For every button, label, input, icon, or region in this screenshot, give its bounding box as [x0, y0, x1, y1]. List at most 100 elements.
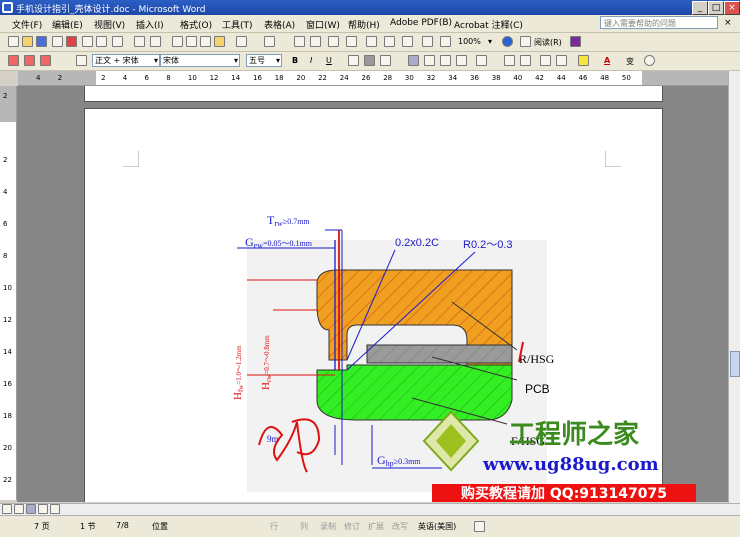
char-border-icon[interactable] [348, 55, 359, 66]
ruler-tick: 34 [448, 74, 458, 82]
highlight-icon[interactable] [578, 55, 589, 66]
copy-icon[interactable] [186, 36, 197, 47]
status-extend[interactable]: 扩展 [368, 521, 384, 532]
ruler-tick: 24 [339, 74, 349, 82]
outline-view-icon[interactable] [38, 504, 48, 514]
status-revise[interactable]: 修订 [344, 521, 360, 532]
zoom-dropdown-icon[interactable]: ▾ [488, 37, 492, 46]
line-spacing-icon[interactable] [476, 55, 487, 66]
show-hide-icon[interactable] [422, 36, 433, 47]
doc-close-icon[interactable]: × [724, 18, 732, 28]
menu-file[interactable]: 文件(F) [12, 18, 42, 31]
reading-layout-icon[interactable] [50, 504, 60, 514]
doc-map-icon[interactable] [402, 36, 413, 47]
align-right-icon[interactable] [440, 55, 451, 66]
insert-excel-icon[interactable] [346, 36, 357, 47]
font-size-combo[interactable]: 五号 [246, 54, 282, 67]
ruler-tick: 10 [187, 74, 197, 82]
align-center-icon[interactable] [424, 55, 435, 66]
pdf-convert-icon[interactable] [8, 55, 19, 66]
save-icon[interactable] [36, 36, 47, 47]
print-icon[interactable] [96, 36, 107, 47]
align-left-icon[interactable] [408, 55, 419, 66]
font-color-button[interactable]: A [604, 56, 610, 65]
research-icon[interactable] [112, 36, 123, 47]
housing-section-drawing: Trw≥0.7mm Gew=0.05～0.1mm 0.2x0.2C R0.2～0… [232, 213, 555, 492]
paste-icon[interactable] [200, 36, 211, 47]
spelling-status-icon[interactable] [474, 521, 485, 532]
underline-button[interactable]: U [326, 56, 332, 65]
horizontal-ruler[interactable]: 4 2 2 4 6 8 10 12 14 16 18 20 22 24 26 28 30 32 34 36 38 40 42… [18, 71, 728, 86]
tables-borders-icon[interactable] [310, 36, 321, 47]
status-record[interactable]: 录制 [320, 521, 336, 532]
close-button[interactable]: × [724, 1, 740, 15]
decrease-indent-icon[interactable] [540, 55, 551, 66]
styles-icon[interactable] [76, 55, 87, 66]
style-combo[interactable]: 正文 + 宋体 [92, 54, 160, 67]
italic-button[interactable]: I [310, 56, 312, 65]
new-doc-icon[interactable] [8, 36, 19, 47]
menu-table[interactable]: 表格(A) [264, 18, 295, 31]
menu-format[interactable]: 格式(O) [180, 18, 212, 31]
status-language: 英语(美国) [418, 522, 457, 531]
insert-table-icon[interactable] [328, 36, 339, 47]
redo-icon[interactable] [264, 36, 275, 47]
print-layout-icon[interactable] [26, 504, 36, 514]
bold-button[interactable]: B [292, 56, 298, 65]
normal-view-icon[interactable] [2, 504, 12, 514]
justify-icon[interactable] [456, 55, 467, 66]
menu-window[interactable]: 窗口(W) [306, 18, 340, 31]
ruler-tick: 22 [318, 74, 328, 82]
vertical-scrollbar[interactable] [728, 71, 740, 503]
minimize-button[interactable]: _ [692, 1, 708, 15]
numbering-icon[interactable] [504, 55, 515, 66]
read-mode-label[interactable]: 阅读(R) [534, 37, 562, 48]
menu-tools[interactable]: 工具(T) [222, 18, 253, 31]
ruler-tick: 12 [209, 74, 219, 82]
char-shading-icon[interactable] [364, 55, 375, 66]
permission-icon[interactable] [52, 36, 63, 47]
font-combo[interactable]: 宋体 [160, 54, 240, 67]
menu-insert[interactable]: 插入(I) [136, 18, 164, 31]
drawing-icon[interactable] [384, 36, 395, 47]
undo-icon[interactable] [236, 36, 247, 47]
bullets-icon[interactable] [520, 55, 531, 66]
enclose-char-icon[interactable] [644, 55, 655, 66]
open-folder-icon[interactable] [22, 36, 33, 47]
menu-adobe-pdf[interactable]: Adobe PDF(B) [390, 18, 452, 28]
scroll-thumb[interactable] [730, 351, 740, 377]
hyperlink-icon[interactable] [294, 36, 305, 47]
increase-indent-icon[interactable] [556, 55, 567, 66]
columns-icon[interactable] [366, 36, 377, 47]
menu-view[interactable]: 视图(V) [94, 18, 125, 31]
trw-label: Trw≥0.7mm [267, 213, 310, 228]
vertical-ruler[interactable]: 2 2 4 6 8 10 12 14 16 18 20 22 [0, 86, 17, 500]
zoom-value[interactable]: 100% [458, 37, 481, 46]
char-scale-icon[interactable] [380, 55, 391, 66]
print-preview-icon[interactable] [82, 36, 93, 47]
insert-picture-icon[interactable] [570, 36, 581, 47]
change-case-button[interactable]: 变 [626, 56, 634, 67]
spelling-icon[interactable] [134, 36, 145, 47]
menu-help[interactable]: 帮助(H) [348, 18, 380, 31]
help-search-input[interactable]: 键入需要帮助的问题 [600, 16, 718, 29]
document-area[interactable]: Trw≥0.7mm Gew=0.05～0.1mm 0.2x0.2C R0.2～0… [17, 86, 728, 502]
format-painter-icon[interactable] [214, 36, 225, 47]
read-mode-icon[interactable] [520, 36, 531, 47]
pdf-mail-icon[interactable] [24, 55, 35, 66]
watermark-url: www.ug88ug.com [483, 454, 659, 475]
web-layout-icon[interactable] [14, 504, 24, 514]
pdf-icon[interactable] [66, 36, 77, 47]
menu-acrobat-comment[interactable]: Acrobat 注释(C) [454, 18, 523, 31]
ruler-tick: 8 [166, 74, 171, 82]
research2-icon[interactable] [150, 36, 161, 47]
watermark-logo-icon [422, 410, 480, 472]
help-icon[interactable] [502, 36, 513, 47]
menu-edit[interactable]: 编辑(E) [52, 18, 83, 31]
status-pages: 7/8 [116, 521, 129, 530]
pdf-review-icon[interactable] [40, 55, 51, 66]
cut-icon[interactable] [172, 36, 183, 47]
maximize-button[interactable]: □ [708, 1, 724, 15]
show-formatting-icon[interactable] [440, 36, 451, 47]
status-overwrite[interactable]: 改写 [392, 521, 408, 532]
